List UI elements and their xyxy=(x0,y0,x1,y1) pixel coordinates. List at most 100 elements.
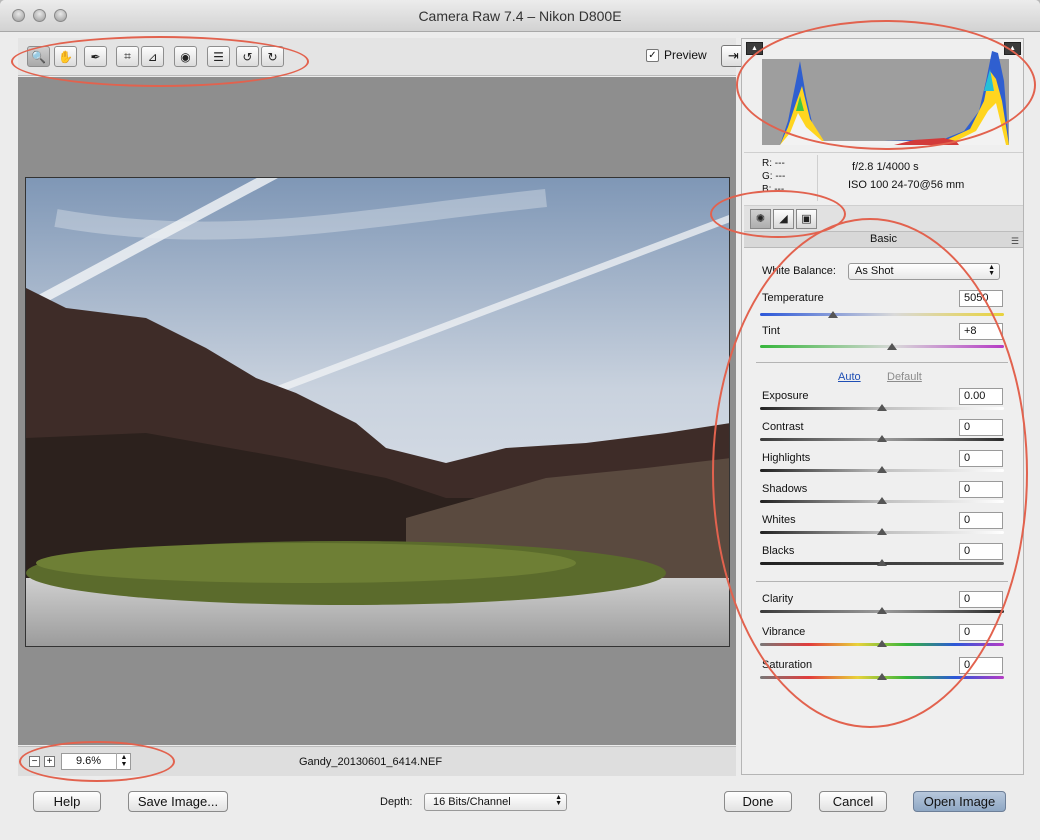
depth-select[interactable]: 16 Bits/Channel ▲ ▼ xyxy=(424,793,567,811)
contrast-label: Contrast xyxy=(762,421,804,433)
whites-value-field[interactable]: 0 xyxy=(959,512,1003,529)
shadows-slider-thumb[interactable] xyxy=(877,497,887,504)
title-bar: Camera Raw 7.4 – Nikon D800E xyxy=(0,0,1040,32)
blacks-slider-thumb[interactable] xyxy=(877,559,887,566)
blacks-label: Blacks xyxy=(762,545,795,557)
temperature-label: Temperature xyxy=(762,292,824,304)
vibrance-value-field[interactable]: 0 xyxy=(959,624,1003,641)
white-balance-label: White Balance: xyxy=(762,265,836,277)
temperature-slider[interactable] xyxy=(760,313,1004,316)
shadows-value-field[interactable]: 0 xyxy=(959,481,1003,498)
magnifier-icon: 🔍 xyxy=(31,49,46,64)
hand-icon: ✋ xyxy=(58,49,73,64)
red-eye-icon: ◉ xyxy=(180,49,191,64)
select-arrows-icon: ▲ ▼ xyxy=(555,794,562,807)
saturation-slider-thumb[interactable] xyxy=(877,673,887,680)
zoom-out-button[interactable]: − xyxy=(29,756,40,767)
temperature-value-field[interactable]: 5050 xyxy=(959,290,1003,307)
tint-value-field[interactable]: +8 xyxy=(959,323,1003,340)
tone-curve-icon: ◢ xyxy=(779,213,788,225)
preview-checkbox[interactable]: ✓ xyxy=(646,48,659,62)
clarity-label: Clarity xyxy=(762,593,794,605)
tint-slider-thumb[interactable] xyxy=(886,343,897,350)
hand-tool-button[interactable]: ✋ xyxy=(54,46,77,67)
straighten-tool-button[interactable]: ⊿ xyxy=(141,46,164,67)
white-balance-value: As Shot xyxy=(855,265,894,277)
zoom-in-button[interactable]: + xyxy=(44,756,55,767)
straighten-icon: ⊿ xyxy=(147,49,158,64)
exposure-slider-thumb[interactable] xyxy=(877,404,887,411)
adjustment-panel: ▲ ▲ R: --- G: --- B: --- f/2.8 1/4000 s … xyxy=(741,38,1024,775)
temperature-slider-thumb[interactable] xyxy=(828,311,839,318)
select-arrows-icon: ▲ ▼ xyxy=(988,264,995,277)
blacks-value-field[interactable]: 0 xyxy=(959,543,1003,560)
list-icon: ☰ xyxy=(213,49,224,64)
landscape-image xyxy=(26,178,729,646)
window-title: Camera Raw 7.4 – Nikon D800E xyxy=(418,8,622,24)
done-button[interactable]: Done xyxy=(724,791,792,812)
default-link[interactable]: Default xyxy=(887,371,922,383)
save-image-button[interactable]: Save Image... xyxy=(128,791,228,812)
blue-readout: B: --- xyxy=(762,184,785,195)
cancel-button[interactable]: Cancel xyxy=(819,791,887,812)
auto-link[interactable]: Auto xyxy=(838,371,861,383)
status-bar: − + 9.6% ▲ ▼ Gandy_20130601_6414.NEF xyxy=(18,746,736,776)
open-image-button[interactable]: Open Image xyxy=(913,791,1006,812)
tab-basic[interactable]: ✺ xyxy=(750,209,771,229)
histogram: ▲ ▲ xyxy=(744,41,1023,151)
saturation-label: Saturation xyxy=(762,659,813,671)
file-name: Gandy_20130601_6414.NEF xyxy=(298,756,443,768)
depth-label: Depth: xyxy=(380,796,413,808)
rotate-ccw-tool-button[interactable]: ↺ xyxy=(236,46,259,67)
preview-label: Preview xyxy=(664,48,707,62)
crop-icon: ⌗ xyxy=(124,49,131,63)
zoom-tool-button[interactable]: 🔍 xyxy=(27,46,50,67)
white-balance-select[interactable]: As Shot ▲ ▼ xyxy=(848,263,1000,280)
green-readout: G: --- xyxy=(762,171,786,182)
camera-raw-window: Camera Raw 7.4 – Nikon D800E 🔍 ✋ ✒ ⌗ ⊿ ◉ ☰ ↺ ↻ ✓… xyxy=(0,0,1040,840)
panel-menu-icon[interactable]: ☰ xyxy=(1011,234,1019,249)
camera-info: R: --- G: --- B: --- f/2.8 1/4000 s ISO … xyxy=(744,152,1023,204)
contrast-value-field[interactable]: 0 xyxy=(959,419,1003,436)
exposure-value-field[interactable]: 0.00 xyxy=(959,388,1003,405)
tab-detail[interactable]: ▣ xyxy=(796,209,817,229)
zoom-stepper[interactable]: ▲ ▼ xyxy=(116,753,131,770)
tab-tone-curve[interactable]: ◢ xyxy=(773,209,794,229)
exposure-label: Exposure xyxy=(762,390,809,402)
camera-icon: ▣ xyxy=(801,213,812,225)
whites-slider-thumb[interactable] xyxy=(877,528,887,535)
highlights-label: Highlights xyxy=(762,452,811,464)
shadows-label: Shadows xyxy=(762,483,808,495)
rgb-readout: R: --- G: --- B: --- xyxy=(762,157,785,196)
clarity-value-field[interactable]: 0 xyxy=(959,591,1003,608)
rotate-ccw-icon: ↺ xyxy=(242,49,253,64)
eyedropper-icon: ✒ xyxy=(90,49,101,64)
photo-preview[interactable] xyxy=(25,177,730,647)
toolbar: 🔍 ✋ ✒ ⌗ ⊿ ◉ ☰ ↺ ↻ ✓ Preview ⇥ xyxy=(18,38,746,76)
preferences-tool-button[interactable]: ☰ xyxy=(207,46,230,67)
aperture-shutter: f/2.8 1/4000 s xyxy=(852,161,919,173)
saturation-value-field[interactable]: 0 xyxy=(959,657,1003,674)
clarity-slider-thumb[interactable] xyxy=(877,607,887,614)
white-balance-tool-button[interactable]: ✒ xyxy=(84,46,107,67)
basic-section-header: Basic ☰ xyxy=(744,232,1023,248)
contrast-slider-thumb[interactable] xyxy=(877,435,887,442)
rotate-cw-tool-button[interactable]: ↻ xyxy=(261,46,284,67)
iso-lens: ISO 100 24-70@56 mm xyxy=(848,179,965,191)
depth-value: 16 Bits/Channel xyxy=(433,796,511,808)
tint-slider[interactable] xyxy=(760,345,1004,348)
aperture-icon: ✺ xyxy=(755,213,766,225)
rotate-cw-icon: ↻ xyxy=(267,49,278,64)
help-button[interactable]: Help xyxy=(33,791,101,812)
image-canvas[interactable] xyxy=(18,77,736,745)
section-title: Basic xyxy=(870,233,897,245)
highlights-value-field[interactable]: 0 xyxy=(959,450,1003,467)
red-eye-tool-button[interactable]: ◉ xyxy=(174,46,197,67)
red-readout: R: --- xyxy=(762,158,785,169)
whites-label: Whites xyxy=(762,514,796,526)
highlights-slider-thumb[interactable] xyxy=(877,466,887,473)
crop-tool-button[interactable]: ⌗ xyxy=(116,46,139,67)
histogram-graph xyxy=(762,51,1009,145)
vibrance-slider-thumb[interactable] xyxy=(877,640,887,647)
preview-toggle[interactable]: ✓ Preview xyxy=(646,48,707,62)
